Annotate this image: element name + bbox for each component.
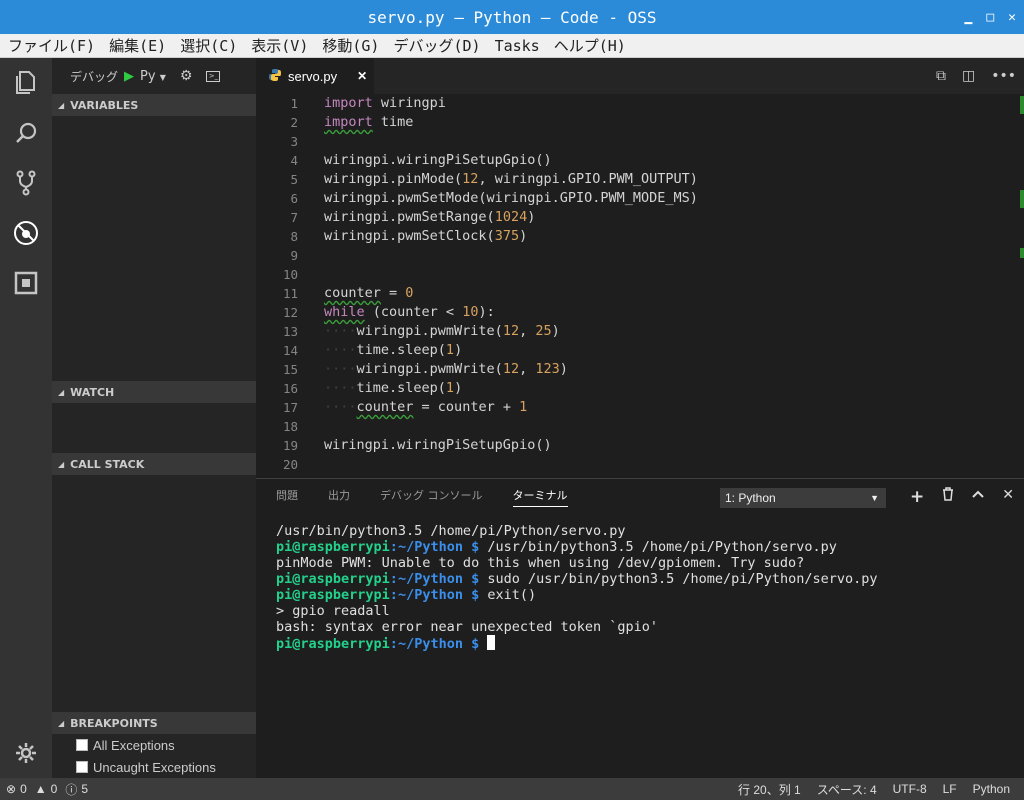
python-file-icon <box>268 68 282 85</box>
line-number: 7 <box>290 210 298 225</box>
search-icon[interactable] <box>0 108 52 158</box>
maximize-panel-icon[interactable] <box>972 487 984 507</box>
menu-tasks[interactable]: Tasks <box>495 37 540 55</box>
menu-bar: ファイル(F) 編集(E) 選択(C) 表示(V) 移動(G) デバッグ(D) … <box>0 34 1024 58</box>
cursor-position[interactable]: 行 20、列 1 <box>738 781 801 798</box>
collapse-icon: ◢ <box>58 459 65 469</box>
breakpoint-uncaught-exceptions[interactable]: Uncaught Exceptions <box>76 756 216 778</box>
git-change-marker <box>1020 248 1024 258</box>
debug-sidebar: デバッグ ▶ Py ▼ ⚙ >_ ◢ VARIABLES ◢ WATCH ◢ C… <box>52 58 256 778</box>
split-editor-icon[interactable]: ◫ <box>962 68 975 84</box>
code-editor[interactable]: 1 import wiringpi 2 import time 3 4 wiringp… <box>256 94 1024 478</box>
line-number: 19 <box>282 438 298 453</box>
line-number: 14 <box>282 343 298 358</box>
collapse-icon: ◢ <box>58 718 65 728</box>
line-number: 18 <box>282 419 298 434</box>
close-tab-icon[interactable]: ✕ <box>357 69 367 83</box>
source-control-icon[interactable] <box>0 158 52 208</box>
menu-edit[interactable]: 編集(E) <box>109 35 166 56</box>
close-panel-icon[interactable]: ✕ <box>1002 487 1014 507</box>
line-number: 12 <box>282 305 298 320</box>
new-terminal-icon[interactable]: + <box>910 487 924 507</box>
editor-tabbar: servo.py ✕ ⧉ ◫ ••• <box>256 58 1024 94</box>
tab-problems[interactable]: 問題 <box>276 487 298 507</box>
end-of-line[interactable]: LF <box>943 782 957 796</box>
error-icon: ⊗ <box>6 782 17 796</box>
debug-label: デバッグ <box>70 69 119 84</box>
language-mode[interactable]: Python <box>973 782 1010 796</box>
debug-settings-gear-icon[interactable]: ⚙ <box>180 68 193 84</box>
debug-console-icon[interactable]: >_ <box>206 70 221 82</box>
extensions-icon[interactable] <box>0 258 52 308</box>
watch-section-header[interactable]: ◢ WATCH <box>52 381 256 403</box>
menu-selection[interactable]: 選択(C) <box>180 35 237 56</box>
window-title: servo.py — Python — Code - OSS <box>367 7 657 27</box>
line-number: 4 <box>290 153 298 168</box>
debug-icon[interactable] <box>0 208 52 258</box>
variables-section-header[interactable]: ◢ VARIABLES <box>52 94 256 116</box>
line-number: 2 <box>290 115 298 130</box>
bottom-panel: 問題 出力 デバッグ コンソール ターミナル 1: Python ▼ + ✕ /… <box>256 478 1024 778</box>
open-preview-icon[interactable]: ⧉ <box>936 68 946 84</box>
line-number: 13 <box>282 324 298 339</box>
close-window-button[interactable]: ✕ <box>1008 10 1016 25</box>
line-number: 20 <box>282 457 298 472</box>
maximize-button[interactable]: □ <box>986 10 994 25</box>
start-debug-icon[interactable]: ▶ <box>124 69 134 84</box>
editor-area: servo.py ✕ ⧉ ◫ ••• 1 import wiringpi 2 imp… <box>256 58 1024 478</box>
indentation[interactable]: スペース: 4 <box>817 781 877 798</box>
menu-view[interactable]: 表示(V) <box>251 35 308 56</box>
terminal-select[interactable]: 1: Python ▼ <box>720 488 886 508</box>
status-bar: ⊗ 0 ▲ 0 ⓘ 5 行 20、列 1 スペース: 4 UTF-8 LF Pytho… <box>0 778 1024 800</box>
collapse-icon: ◢ <box>58 387 65 397</box>
git-change-marker <box>1020 190 1024 208</box>
info-icon: ⓘ <box>65 782 78 797</box>
debug-toolbar: デバッグ ▶ Py ▼ ⚙ >_ <box>52 58 256 94</box>
minimize-button[interactable]: ▁ <box>965 10 973 25</box>
tab-output[interactable]: 出力 <box>328 487 350 507</box>
breakpoint-all-exceptions[interactable]: All Exceptions <box>76 734 175 756</box>
terminal-output[interactable]: /usr/bin/python3.5 /home/pi/Python/servo… <box>276 523 1016 652</box>
chevron-down-icon: ▼ <box>870 493 879 503</box>
line-number: 16 <box>282 381 298 396</box>
settings-icon[interactable] <box>0 728 52 778</box>
debug-config-select[interactable]: Py ▼ <box>140 69 166 84</box>
trash-icon[interactable] <box>942 487 954 507</box>
line-number: 5 <box>290 172 298 187</box>
line-number: 10 <box>282 267 298 282</box>
activity-bar <box>0 58 52 778</box>
line-number: 17 <box>282 400 298 415</box>
problems-status[interactable]: ⊗ 0 ▲ 0 ⓘ 5 <box>6 778 88 800</box>
tab-terminal[interactable]: ターミナル <box>512 487 568 507</box>
git-change-marker <box>1020 96 1024 114</box>
files-icon[interactable] <box>0 58 52 108</box>
line-number: 8 <box>290 229 298 244</box>
menu-go[interactable]: 移動(G) <box>322 35 379 56</box>
warning-icon: ▲ <box>34 782 47 796</box>
window-titlebar: servo.py — Python — Code - OSS ▁ □ ✕ <box>0 0 1024 34</box>
callstack-section-header[interactable]: ◢ CALL STACK <box>52 453 256 475</box>
tab-servo-py[interactable]: servo.py ✕ <box>256 58 374 94</box>
line-number: 15 <box>282 362 298 377</box>
line-number: 6 <box>290 191 298 206</box>
line-number: 9 <box>290 248 298 263</box>
more-actions-icon[interactable]: ••• <box>991 68 1016 84</box>
menu-help[interactable]: ヘルプ(H) <box>554 35 626 56</box>
line-number: 3 <box>290 134 298 149</box>
tab-label: servo.py <box>288 68 338 84</box>
menu-file[interactable]: ファイル(F) <box>8 35 95 56</box>
checkbox[interactable] <box>76 739 88 751</box>
tab-debug-console[interactable]: デバッグ コンソール <box>380 487 483 507</box>
line-number: 1 <box>290 96 298 111</box>
menu-debug[interactable]: デバッグ(D) <box>393 35 480 56</box>
encoding[interactable]: UTF-8 <box>893 782 927 796</box>
collapse-icon: ◢ <box>58 100 65 110</box>
breakpoints-section-header[interactable]: ◢ BREAKPOINTS <box>52 712 256 734</box>
checkbox[interactable] <box>76 761 88 773</box>
terminal-cursor <box>487 635 496 650</box>
line-number: 11 <box>282 286 298 301</box>
